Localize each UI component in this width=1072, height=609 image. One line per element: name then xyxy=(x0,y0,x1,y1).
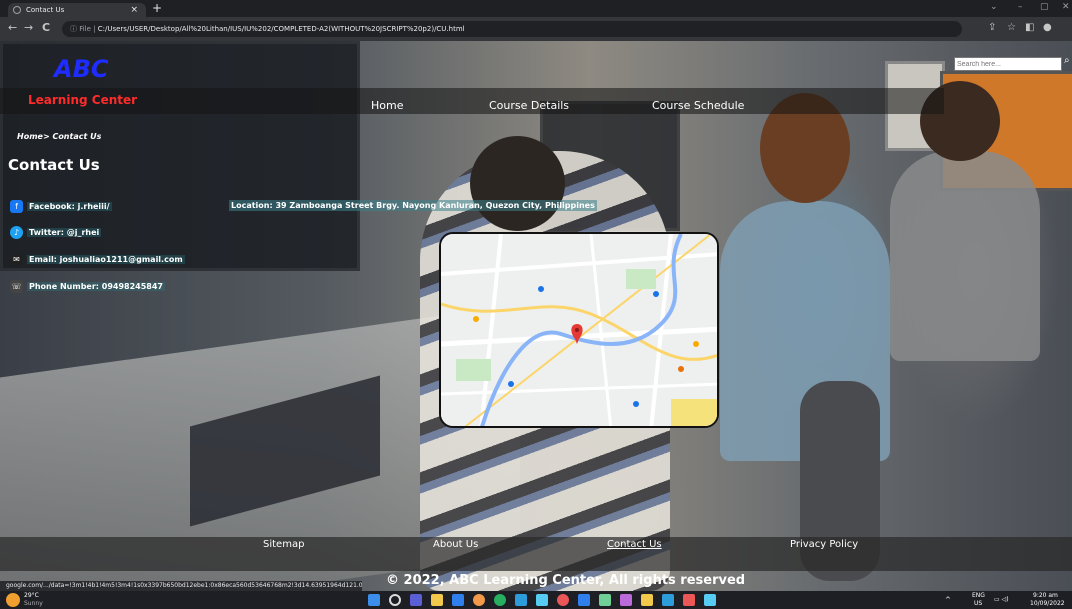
app-icon[interactable] xyxy=(641,594,653,606)
contact-email-label: Email: joshualiao1211@gmail.com xyxy=(27,254,185,264)
share-icon[interactable]: ⇪ xyxy=(988,22,996,33)
app-icon[interactable] xyxy=(578,594,590,606)
logo-subtitle: Learning Center xyxy=(28,93,138,107)
site-info-icon[interactable]: ⓘ File | xyxy=(70,25,98,33)
footer-sitemap-link[interactable]: Sitemap xyxy=(263,539,304,550)
nav-course-schedule[interactable]: Course Schedule xyxy=(652,99,744,112)
status-bar-url: google.com/.../data=!3m1!4b1!4m5!3m4!1s0… xyxy=(0,581,362,591)
address-text: C:/Users/USER/Desktop/All%20Lithan/IUS/I… xyxy=(97,25,465,33)
app-icon[interactable] xyxy=(662,594,674,606)
reload-button[interactable]: C xyxy=(42,21,50,34)
minimize-button[interactable]: – xyxy=(1018,2,1023,12)
breadcrumb: Home> Contact Us xyxy=(17,132,102,141)
clock-time[interactable]: 9:20 am xyxy=(1033,592,1058,599)
forward-button[interactable]: → xyxy=(24,21,33,34)
contact-twitter-label: Twitter: @j_rhei xyxy=(27,227,102,237)
file-explorer-icon[interactable] xyxy=(431,594,443,606)
weather-condition: Sunny xyxy=(24,600,43,607)
input-language[interactable]: ENG xyxy=(972,592,985,599)
tab-search-icon[interactable]: ⌄ xyxy=(990,2,998,12)
tab-title: Contact Us xyxy=(26,6,65,14)
browser-tab-strip: Contact Us × + ⌄ – ▢ ✕ xyxy=(0,0,1072,17)
teams-chat-icon[interactable] xyxy=(410,594,422,606)
contact-facebook-label: Facebook: j.rheiii/ xyxy=(27,201,112,211)
map-graphic xyxy=(441,234,717,426)
new-tab-button[interactable]: + xyxy=(152,1,162,15)
embedded-map[interactable] xyxy=(439,232,719,428)
footer-contact-link[interactable]: Contact Us xyxy=(607,539,662,550)
search-icon[interactable]: ⌕ xyxy=(1064,55,1070,66)
browser-toolbar: ← → C ⓘ File | C:/Users/USER/Desktop/All… xyxy=(0,17,1072,41)
spotify-icon[interactable] xyxy=(494,594,506,606)
background-person xyxy=(470,136,565,231)
contact-twitter[interactable]: ♪ Twitter: @j_rhei xyxy=(10,225,102,239)
clock-date[interactable]: 10/09/2022 xyxy=(1030,600,1065,607)
page-viewport: ABC Learning Center Home Course Details … xyxy=(0,41,1072,591)
contact-phone[interactable]: ☏ Phone Number: 09498245847 xyxy=(10,279,165,293)
store-icon[interactable] xyxy=(452,594,464,606)
footer-about-link[interactable]: About Us xyxy=(433,539,478,550)
network-volume-icon[interactable]: ▭ ◁) xyxy=(994,596,1009,603)
weather-temperature: 29°C xyxy=(24,592,39,599)
search-input[interactable] xyxy=(954,57,1062,71)
footer xyxy=(0,537,1072,571)
windows-start-icon[interactable] xyxy=(368,594,380,606)
bookmark-star-icon[interactable]: ☆ xyxy=(1007,22,1016,33)
app-icon[interactable] xyxy=(599,594,611,606)
nav-home[interactable]: Home xyxy=(371,99,403,112)
location-text: Location: 39 Zamboanga Street Brgy. Nayo… xyxy=(229,200,597,211)
maximize-button[interactable]: ▢ xyxy=(1040,2,1049,12)
background-person xyxy=(890,151,1040,361)
browser-tab[interactable]: Contact Us × xyxy=(8,3,146,17)
copyright-text: © 2022, ABC Learning Center, All rights … xyxy=(386,573,746,588)
twitter-icon: ♪ xyxy=(10,225,23,239)
firefox-icon[interactable] xyxy=(473,594,485,606)
profile-icon[interactable]: ● xyxy=(1043,22,1052,33)
tray-chevron-icon[interactable]: ^ xyxy=(945,596,951,604)
app-icon[interactable] xyxy=(536,594,548,606)
side-panel-icon[interactable]: ◧ xyxy=(1025,22,1034,33)
logo-abc[interactable]: ABC xyxy=(54,55,108,83)
phone-icon: ☏ xyxy=(10,279,23,293)
app-icon[interactable] xyxy=(683,594,695,606)
page-title: Contact Us xyxy=(8,156,100,174)
app-icon[interactable] xyxy=(620,594,632,606)
address-bar[interactable]: ⓘ File | C:/Users/USER/Desktop/All%20Lit… xyxy=(62,21,962,37)
tab-close-icon[interactable]: × xyxy=(130,3,138,17)
search-taskbar-icon[interactable] xyxy=(389,594,401,606)
footer-privacy-link[interactable]: Privacy Policy xyxy=(790,539,858,550)
chrome-icon[interactable] xyxy=(557,594,569,606)
back-button[interactable]: ← xyxy=(8,21,17,34)
email-icon: ✉ xyxy=(10,252,23,266)
app-icon[interactable] xyxy=(704,594,716,606)
input-region[interactable]: US xyxy=(974,600,982,607)
os-taskbar: 29°C Sunny ^ ENG US ▭ ◁) 9:20 am 10/09/2… xyxy=(0,591,1072,609)
contact-facebook[interactable]: f Facebook: j.rheiii/ xyxy=(10,199,112,213)
facebook-icon: f xyxy=(10,199,23,213)
contact-phone-label: Phone Number: 09498245847 xyxy=(27,281,165,291)
page-favicon-icon xyxy=(13,6,21,14)
app-icon[interactable] xyxy=(515,594,527,606)
nav-course-details[interactable]: Course Details xyxy=(489,99,569,112)
contact-email[interactable]: ✉ Email: joshualiao1211@gmail.com xyxy=(10,252,185,266)
weather-sun-icon[interactable] xyxy=(6,593,20,607)
main-navbar xyxy=(0,88,944,114)
close-window-button[interactable]: ✕ xyxy=(1062,2,1070,12)
